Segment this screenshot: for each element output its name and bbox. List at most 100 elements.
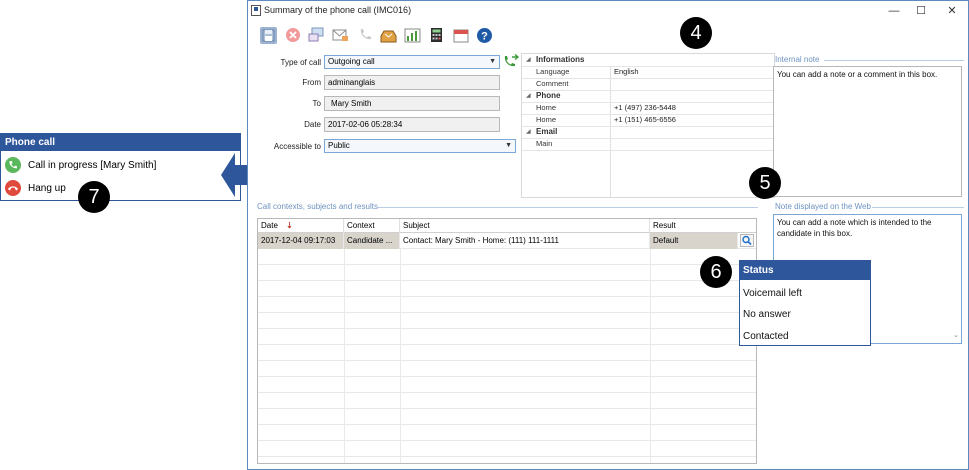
main-key: Main	[536, 139, 553, 148]
callout-4: 4	[680, 17, 712, 49]
column-header-subject[interactable]: Subject	[400, 219, 650, 233]
phone-call-summary-window: Summary of the phone call (IMC016) — ☐ ✕	[247, 0, 969, 470]
section-email-label: Email	[536, 127, 558, 136]
accessible-to-value: Public	[328, 141, 350, 150]
scroll-down-icon[interactable]: ⌄	[953, 330, 959, 341]
chart-icon[interactable]	[404, 27, 421, 44]
column-header-result[interactable]: Result	[650, 219, 756, 233]
window-title: Summary of the phone call (IMC016)	[264, 5, 412, 15]
type-of-call-select[interactable]: Outgoing call ▼	[324, 55, 500, 69]
home-1-value: +1 (497) 236-5448	[614, 103, 676, 112]
collapse-icon: ◢	[526, 57, 531, 63]
internal-note-textarea[interactable]: You can add a note or a comment in this …	[773, 66, 962, 197]
cell-result[interactable]: Default	[650, 233, 738, 249]
callout-7: 7	[78, 181, 110, 213]
call-contexts-title: Call contexts, subjects and results	[257, 202, 378, 211]
contact-property-grid: ◢ Informations Language English Comment …	[521, 53, 775, 198]
internal-note-text: You can add a note or a comment in this …	[777, 70, 938, 79]
table-row	[258, 425, 756, 441]
status-title: Status	[740, 261, 870, 280]
call-contexts-table: Date ⇣ Context Subject Result 2017-12-04…	[257, 218, 757, 464]
status-option-voicemail[interactable]: Voicemail left	[743, 288, 802, 299]
email-icon[interactable]	[332, 27, 349, 44]
to-label: To	[312, 99, 321, 108]
table-row	[258, 441, 756, 457]
phone-call-title: Phone call	[1, 134, 240, 151]
home-2-key: Home	[536, 115, 557, 124]
from-label: From	[302, 78, 321, 87]
status-option-no-answer[interactable]: No answer	[743, 309, 791, 320]
column-header-context[interactable]: Context	[344, 219, 400, 233]
hang-up-item[interactable]: Hang up	[5, 178, 66, 198]
table-row	[258, 393, 756, 409]
hang-up-label: Hang up	[28, 182, 66, 194]
internal-note-title: Internal note	[775, 55, 820, 64]
property-row-main[interactable]: Main	[522, 138, 774, 151]
status-dropdown: Status Voicemail left No answer Contacte…	[739, 260, 871, 346]
table-row	[258, 377, 756, 393]
phone-icon[interactable]	[356, 27, 373, 44]
column-divider	[400, 249, 401, 463]
table-row	[258, 249, 756, 265]
help-icon[interactable]: ?	[476, 27, 493, 44]
to-field[interactable]: Mary Smith	[324, 96, 500, 111]
comment-key: Comment	[536, 79, 569, 88]
from-field[interactable]: adminanglais	[324, 75, 500, 90]
table-row	[258, 265, 756, 281]
callout-5: 5	[749, 167, 781, 199]
cell-date: 2017-12-04 09:17:03	[258, 233, 344, 249]
column-divider	[650, 249, 651, 463]
table-row[interactable]: 2017-12-04 09:17:03 Candidate ... Contac…	[258, 233, 756, 249]
maximize-button[interactable]: ☐	[909, 3, 933, 19]
transfer-icon[interactable]	[308, 27, 325, 44]
accessible-to-label: Accessible to	[273, 142, 321, 151]
toolbar: ?	[260, 25, 493, 45]
table-row	[258, 345, 756, 361]
type-of-call-label: Type of call	[280, 58, 321, 67]
phone-call-panel: Phone call Call in progress [Mary Smith]…	[0, 133, 241, 201]
column-date-label: Date	[261, 221, 278, 230]
window-titlebar: Summary of the phone call (IMC016) — ☐ ✕	[248, 1, 968, 21]
table-row	[258, 281, 756, 297]
inbox-icon[interactable]	[380, 27, 397, 44]
close-button[interactable]: ✕	[940, 3, 964, 19]
date-label: Date	[304, 120, 321, 129]
svg-text:?: ?	[481, 30, 488, 42]
home-2-value: +1 (151) 465-6556	[614, 115, 676, 124]
table-row	[258, 297, 756, 313]
section-informations-label: Informations	[536, 55, 585, 64]
sort-desc-icon: ⇣	[286, 221, 293, 230]
web-note-text: You can add a note which is intended to …	[777, 218, 932, 238]
phone-answer-icon	[5, 157, 21, 173]
divider	[824, 60, 964, 61]
calculator-icon[interactable]	[428, 27, 445, 44]
table-row	[258, 329, 756, 345]
language-value: English	[614, 67, 639, 76]
cancel-icon[interactable]	[284, 27, 301, 44]
web-note-title: Note displayed on the Web	[775, 202, 871, 211]
cell-subject: Contact: Mary Smith - Home: (111) 111-11…	[400, 233, 650, 249]
cell-context: Candidate ...	[344, 233, 400, 249]
column-header-date[interactable]: Date ⇣	[258, 219, 344, 233]
collapse-icon: ◢	[526, 93, 531, 99]
outgoing-call-icon	[504, 54, 520, 67]
phone-hangup-icon	[5, 180, 21, 196]
chevron-down-icon: ▼	[489, 58, 496, 65]
language-key: Language	[536, 67, 570, 76]
search-button[interactable]	[740, 234, 754, 247]
callout-6: 6	[700, 256, 732, 288]
date-field[interactable]: 2017-02-06 05:28:34	[324, 117, 500, 132]
divider	[872, 207, 964, 208]
status-option-contacted[interactable]: Contacted	[743, 331, 789, 342]
save-icon[interactable]	[260, 26, 277, 44]
table-row	[258, 361, 756, 377]
accessible-to-select[interactable]: Public ▼	[324, 139, 516, 153]
app-logo-icon	[251, 5, 261, 16]
call-in-progress-item[interactable]: Call in progress [Mary Smith]	[5, 155, 156, 175]
table-row	[258, 313, 756, 329]
calendar-icon[interactable]	[452, 27, 469, 44]
section-phone-label: Phone	[536, 91, 561, 100]
table-row	[258, 409, 756, 425]
chevron-down-icon: ▼	[505, 142, 512, 149]
minimize-button[interactable]: —	[882, 3, 906, 19]
